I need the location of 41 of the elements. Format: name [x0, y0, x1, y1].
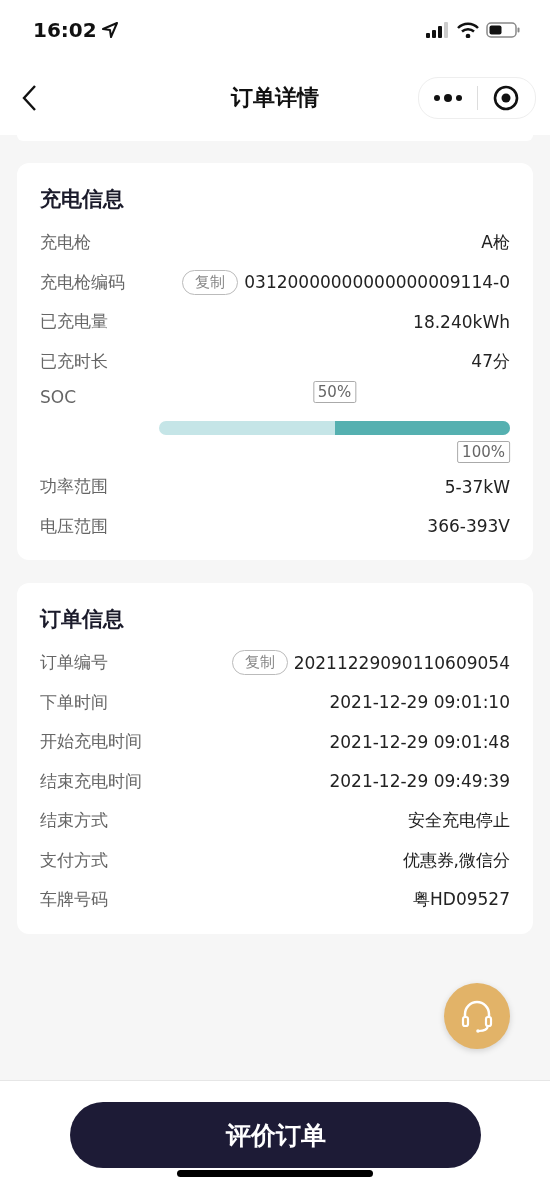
field-label: 开始充电时间 — [40, 730, 142, 754]
field-label: 结束方式 — [40, 809, 108, 833]
page-title: 订单详情 — [231, 84, 319, 110]
field-value: 20211229090110609054 — [293, 652, 510, 673]
field-label: 功率范围 — [40, 475, 108, 499]
copy-button[interactable]: 复制 — [231, 650, 288, 676]
field-value: 2021-12-29 09:49:39 — [329, 771, 510, 792]
location-icon — [100, 21, 119, 39]
field-value: 366-393V — [427, 516, 510, 537]
card-title: 订单信息 — [40, 606, 124, 633]
end-soc-tag: 100% — [457, 441, 510, 463]
field-value: 优惠券,微信分 — [402, 848, 510, 872]
start-soc-tag: 50% — [312, 381, 357, 403]
field-label: 车牌号码 — [40, 888, 108, 912]
wifi-icon — [457, 22, 479, 38]
field-label: 充电枪 — [40, 231, 91, 255]
field-value: 2021-12-29 09:01:48 — [329, 731, 510, 752]
rate-order-button[interactable]: 评价订单 — [70, 1102, 481, 1168]
headset-icon — [459, 998, 495, 1034]
card-title: 充电信息 — [40, 186, 124, 213]
field-value: 5-37kW — [444, 476, 510, 497]
field-value: A枪 — [481, 231, 510, 255]
field-value: 2021-12-29 09:01:10 — [329, 692, 510, 713]
field-label: 已充电量 — [40, 310, 108, 334]
field-label: 电压范围 — [40, 514, 108, 538]
field-label: 结束充电时间 — [40, 769, 142, 793]
copy-button[interactable]: 复制 — [182, 269, 239, 295]
field-label: 充电枪编码 — [40, 270, 125, 294]
field-value: 03120000000000000009114-0 — [244, 272, 510, 293]
signal-icon — [426, 22, 450, 38]
battery-icon — [486, 22, 520, 38]
clock: 16:02 — [33, 18, 97, 42]
field-value: 18.240kWh — [413, 311, 510, 332]
field-label: 支付方式 — [40, 848, 108, 872]
field-value: 粤HD09527 — [413, 888, 510, 912]
field-label: 下单时间 — [40, 690, 108, 714]
field-value: 47分 — [471, 349, 510, 373]
field-label: 已充时长 — [40, 349, 108, 373]
field-label: SOC — [40, 387, 77, 407]
field-value: 安全充电停止 — [408, 809, 510, 833]
field-label: 订单编号 — [40, 651, 108, 675]
